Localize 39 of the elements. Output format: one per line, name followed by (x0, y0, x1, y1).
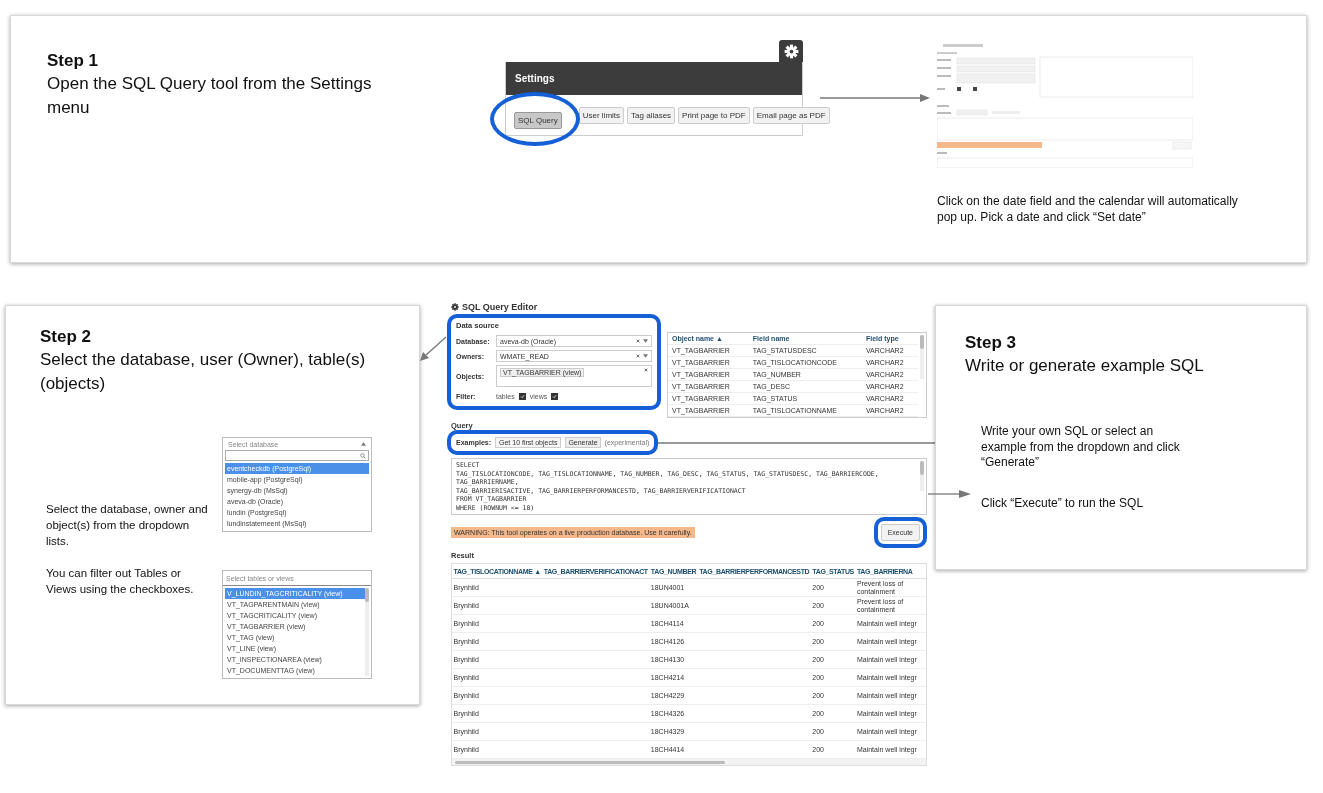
panel-title: Settings (515, 73, 555, 84)
dropdown-caret-icon (643, 339, 648, 343)
scrollbar[interactable] (920, 335, 924, 379)
settings-tab[interactable] (779, 40, 803, 62)
clear-icon[interactable] (644, 368, 648, 372)
dropdown-caret-icon (361, 442, 366, 446)
settings-button[interactable]: Email page as PDF (752, 106, 830, 124)
checkbox[interactable] (518, 392, 526, 400)
clear-icon[interactable] (636, 339, 640, 343)
search-field[interactable] (225, 450, 369, 461)
caption-text: Click on the date field and the calendar will automatically pop up. Pick a date and click “Set date” (937, 193, 1239, 225)
note-text: Select the database, owner and object(s) from the dropdown lists. (46, 502, 209, 549)
check-icon (552, 393, 558, 399)
editor-title: SQL Query Editor (462, 302, 538, 312)
step-description: Select the database, user (Owner), table(s) (objects) (40, 349, 367, 395)
search-icon (360, 452, 366, 459)
callout-text: Write your own SQL or select an example from the dropdown and click “Generate” (981, 424, 1181, 471)
step-title: Step 3 (965, 332, 1018, 354)
step-description: Write or generate example SQL (965, 355, 1205, 377)
settings-button[interactable]: SQL Query (514, 112, 562, 129)
step-description: Open the SQL Query tool from the Settings menu (47, 73, 373, 119)
settings-icon (783, 43, 799, 59)
callout-text: Click “Execute” to run the SQL (981, 496, 1144, 512)
check-icon (519, 393, 525, 399)
settings-button[interactable]: User limits (578, 106, 625, 124)
note-text: You can filter out Tables or Views using the checkboxes. (46, 566, 195, 597)
checkbox[interactable] (551, 392, 559, 400)
scrollbar[interactable] (452, 759, 926, 765)
step-title: Step 1 (47, 50, 100, 72)
scrollbar[interactable] (920, 461, 924, 491)
arrow (928, 489, 972, 499)
settings-button[interactable]: Print page to PDF (678, 106, 750, 124)
clear-icon[interactable] (636, 354, 640, 358)
dropdown-caret-icon (643, 354, 648, 358)
settings-icon (451, 303, 459, 311)
settings-button[interactable]: Tag aliases (627, 106, 676, 124)
step-title: Step 2 (40, 326, 93, 348)
arrow (419, 336, 447, 362)
query-textarea[interactable] (451, 458, 927, 515)
